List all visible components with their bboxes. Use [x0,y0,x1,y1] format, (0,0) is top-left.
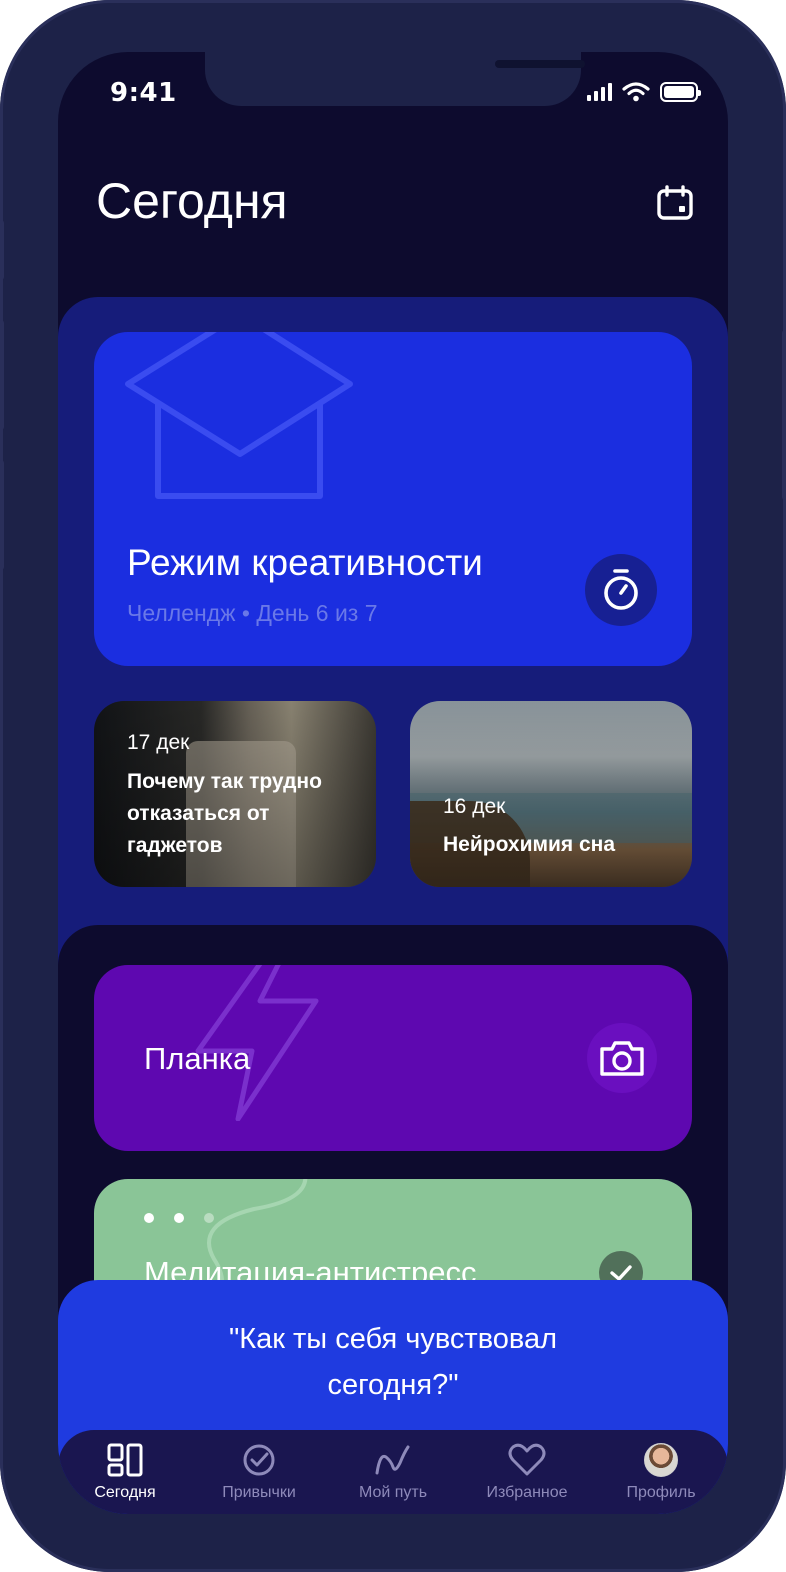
article-date: 17 дек [127,731,190,754]
volume-up-button [0,320,4,430]
tab-profile[interactable]: Профиль [596,1442,726,1502]
calendar-button[interactable] [655,184,695,224]
progress-dots [144,1213,214,1223]
tab-favorites[interactable]: Избранное [462,1442,592,1502]
timer-icon [604,569,638,610]
habit-card-plank[interactable]: Планка [94,965,692,1151]
tab-habits[interactable]: Привычки [194,1442,324,1502]
page-title: Сегодня [96,173,288,229]
power-button [782,330,786,500]
tab-bar: Сегодня Привычки Мой путь Избранное Проф… [58,1430,728,1514]
side-button [0,220,4,280]
screen: 9:41 Сегодня Режим креативности Челлендж… [58,52,728,1514]
volume-down-button [0,460,4,570]
tab-my-path[interactable]: Мой путь [328,1442,458,1502]
mail-decoration-icon [125,332,353,499]
tab-label: Мой путь [358,1484,428,1501]
mood-prompt-text: "Как ты себя чувствовал сегодня?" [228,1323,558,1401]
camera-icon [600,1041,644,1076]
phone-frame: 9:41 Сегодня Режим креативности Челлендж… [0,0,786,1572]
battery-icon [660,82,701,102]
calendar-icon [657,185,693,220]
tab-label: Избранное [486,1484,568,1501]
tab-label: Сегодня [94,1484,156,1501]
habit-title: Планка [144,1041,251,1076]
check-circle-icon [243,1444,275,1476]
challenge-card[interactable]: Режим креативности Челлендж • День 6 из … [94,332,692,666]
camera-button[interactable] [587,1023,657,1093]
path-icon [375,1445,410,1475]
status-icons [587,82,701,102]
avatar [644,1443,678,1477]
timer-button[interactable] [585,554,657,626]
tab-today[interactable]: Сегодня [60,1442,190,1502]
notch [205,52,585,106]
status-time: 9:41 [110,78,177,108]
tab-label: Привычки [222,1484,296,1501]
wifi-icon [622,82,650,102]
article-title: Нейрохимия сна [443,833,616,856]
heart-icon [508,1443,546,1476]
today-icon [107,1443,143,1477]
signal-icon [587,83,612,101]
article-title: Почему так трудно отказаться от гаджетов [127,770,322,857]
tab-label: Профиль [626,1484,696,1501]
article-date: 16 дек [443,795,506,818]
challenge-subtitle: Челлендж • День 6 из 7 [127,600,378,626]
featured-section: Режим креативности Челлендж • День 6 из … [58,297,728,977]
challenge-title: Режим креативности [127,542,483,583]
article-card-sleep[interactable]: 16 дек Нейрохимия сна [410,701,692,887]
article-card-gadgets[interactable]: 17 дек Почему так трудно отказаться от г… [94,701,376,887]
